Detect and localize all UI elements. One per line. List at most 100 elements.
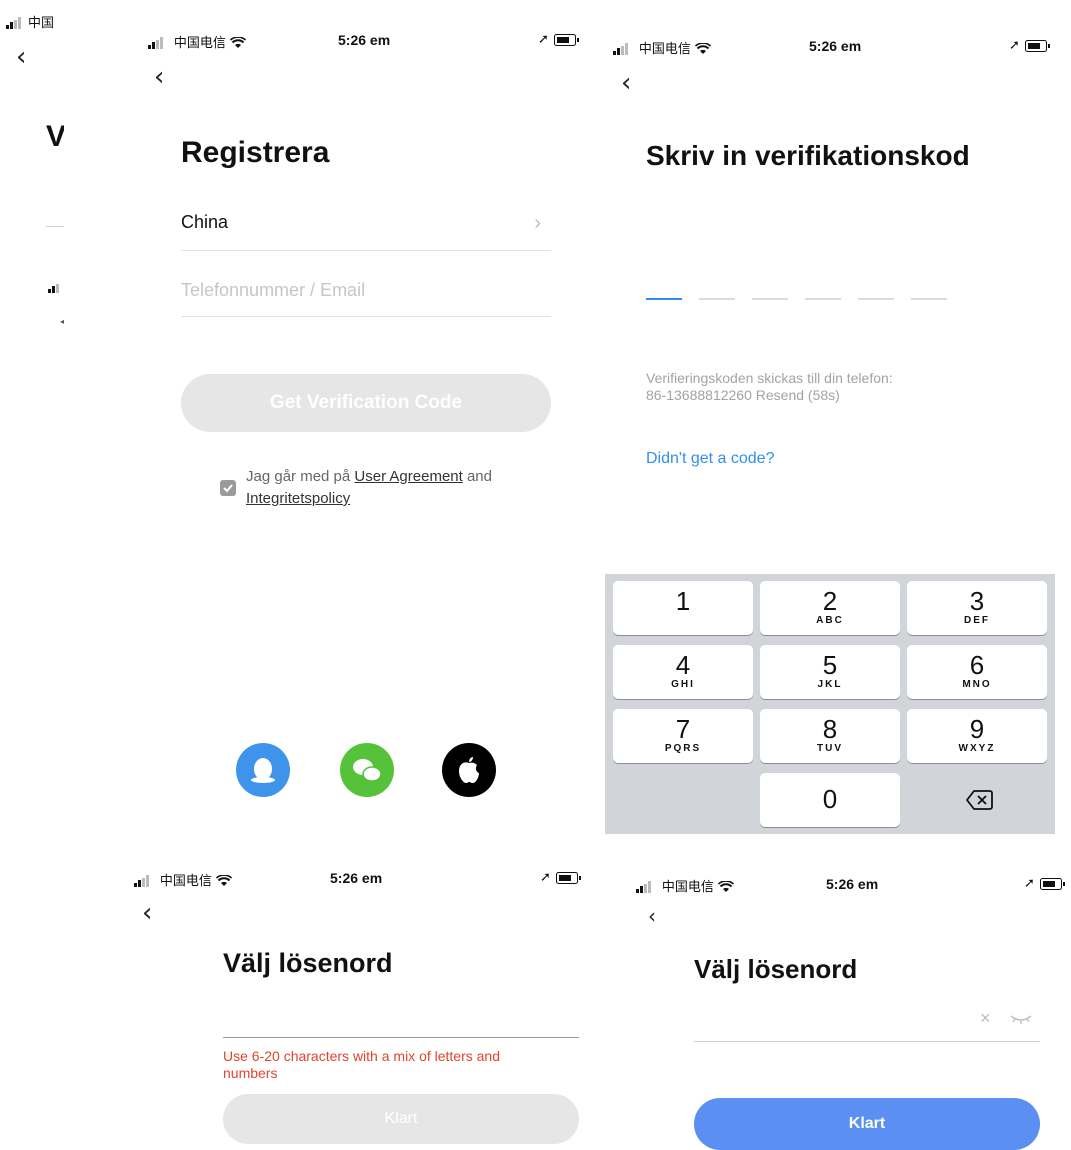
signal-icon: [6, 17, 21, 30]
key-4[interactable]: 4 GHI: [613, 645, 753, 699]
country-divider: [181, 250, 551, 251]
location-arrow-icon: ➚: [538, 31, 549, 46]
wifi-icon: [717, 881, 734, 893]
key-1[interactable]: 1: [613, 581, 753, 635]
wifi-icon: [694, 43, 711, 55]
key-2-letters: ABC: [816, 615, 844, 626]
carrier-name: 中国电信: [638, 41, 691, 56]
key-5-digit: 5: [822, 650, 838, 680]
edge-signal-icon: [48, 280, 64, 298]
wechat-icon: [353, 759, 382, 782]
back-icon[interactable]: ‹: [154, 64, 164, 90]
country-value: China: [181, 212, 229, 232]
edge-divider: [46, 226, 64, 227]
key-0[interactable]: 0: [760, 773, 900, 827]
get-verification-code-button[interactable]: Get Verification Code: [181, 374, 551, 432]
back-icon[interactable]: ‹: [648, 906, 656, 926]
key-9[interactable]: 9 WXYZ: [907, 709, 1047, 763]
status-bar: 中国电信 5:26 em ➚: [134, 869, 584, 889]
signal-icon: [148, 37, 163, 50]
code-digit-2[interactable]: [699, 298, 735, 300]
page-title: Välj lösenord: [694, 954, 858, 984]
battery-icon: [556, 872, 581, 884]
password-underline: [694, 1041, 1040, 1042]
key-9-digit: 9: [969, 714, 985, 744]
code-digit-5[interactable]: [858, 298, 894, 300]
carrier-name: 中国电信: [173, 35, 226, 50]
status-time: 5:26 em: [338, 32, 391, 48]
key-2-digit: 2: [822, 586, 838, 616]
edge-title-fragment: V: [46, 120, 64, 153]
done-button[interactable]: Klart: [694, 1098, 1040, 1150]
page-title: Skriv in verifikationskod: [646, 140, 970, 171]
key-8[interactable]: 8 TUV: [760, 709, 900, 763]
key-8-letters: TUV: [817, 743, 843, 754]
user-agreement-link[interactable]: User Agreement: [354, 468, 462, 485]
code-digit-6[interactable]: [911, 298, 947, 300]
backspace-key[interactable]: [907, 773, 1047, 827]
agreement-text: Jag går med på User Agreement and Integr…: [246, 466, 546, 510]
status-time: 5:26 em: [809, 38, 862, 54]
apple-icon: [459, 757, 479, 783]
back-icon[interactable]: ‹: [142, 900, 152, 926]
key-2[interactable]: 2 ABC: [760, 581, 900, 635]
apple-login-button[interactable]: [442, 743, 496, 797]
verification-info-line2: 86-13688812260 Resend (58s): [646, 387, 840, 403]
password-input[interactable]: [223, 998, 579, 1036]
key-3[interactable]: 3 DEF: [907, 581, 1047, 635]
didnt-get-code-link[interactable]: Didn't get a code?: [646, 450, 774, 468]
chevron-right-icon: ›: [534, 212, 541, 234]
password-screen-error: 中国电信 5:26 em ➚ ‹ Välj lösenord Use 6-20 …: [120, 848, 600, 1144]
code-digit-4[interactable]: [805, 298, 841, 300]
location-arrow-icon: ➚: [1009, 37, 1020, 52]
done-button[interactable]: Klart: [223, 1094, 579, 1144]
status-time: 5:26 em: [330, 870, 383, 886]
eye-closed-icon[interactable]: [1010, 1014, 1032, 1024]
edge-back-icon[interactable]: ‹: [16, 44, 26, 70]
privacy-policy-link[interactable]: Integritetspolicy: [246, 490, 350, 507]
qq-login-button[interactable]: [236, 743, 290, 797]
key-3-letters: DEF: [964, 615, 990, 626]
edge-arrow-icon: ◂: [60, 314, 64, 328]
agreement-checkbox[interactable]: [220, 480, 236, 496]
verification-info-line1: Verifieringskoden skickas till din telef…: [646, 370, 893, 386]
verification-info: Verifieringskoden skickas till din telef…: [646, 370, 893, 404]
key-6-letters: MNO: [962, 679, 992, 690]
country-selector[interactable]: China ›: [181, 212, 551, 250]
battery-icon: [1025, 40, 1050, 52]
battery-icon: [554, 34, 579, 46]
wifi-icon: [215, 875, 232, 887]
phone-email-input[interactable]: Telefonnummer / Email: [181, 280, 551, 301]
password-hint-error: Use 6-20 characters with a mix of letter…: [223, 1048, 501, 1081]
key-1-digit: 1: [675, 586, 691, 616]
battery-icon: [1040, 878, 1065, 890]
page-title: Registrera: [181, 136, 330, 169]
agreement-prefix: Jag går med på: [246, 468, 351, 485]
back-icon[interactable]: ‹: [621, 70, 631, 96]
key-4-letters: GHI: [671, 679, 695, 690]
password-screen-active: 中国电信 5:26 em ➚ ‹ Välj lösenord × Klart: [620, 848, 1071, 1150]
qq-icon: [251, 758, 275, 783]
location-arrow-icon: ➚: [1024, 875, 1035, 890]
status-bar: 中国电信 5:26 em ➚: [148, 31, 588, 51]
numeric-keypad: 1 2 ABC 3 DEF 4 GHI 5 JKL 6 MNO 7 PQRS 8 TUV 9W…: [605, 574, 1055, 834]
key-5[interactable]: 5 JKL: [760, 645, 900, 699]
agreement-and: and: [466, 468, 492, 485]
key-4-digit: 4: [675, 650, 691, 680]
checkmark-icon: [223, 484, 233, 493]
key-6[interactable]: 6 MNO: [907, 645, 1047, 699]
verification-screen: 中国电信 5:26 em ➚ ‹ Skriv in verifikationsk…: [605, 0, 1055, 834]
clear-input-icon[interactable]: ×: [980, 1008, 991, 1029]
signal-icon: [134, 875, 149, 888]
code-digit-3[interactable]: [752, 298, 788, 300]
status-bar: 中国电信 5:26 em ➚: [613, 37, 1053, 57]
key-7-letters: PQRS: [664, 743, 702, 754]
key-3-digit: 3: [969, 586, 985, 616]
status-time: 5:26 em: [826, 876, 879, 892]
wechat-login-button[interactable]: [340, 743, 394, 797]
key-5-letters: JKL: [817, 679, 843, 690]
code-digit-1[interactable]: [646, 298, 682, 300]
key-7-digit: 7: [675, 714, 691, 744]
key-7[interactable]: 7 PQRS: [613, 709, 753, 763]
phone-divider: [181, 316, 551, 317]
